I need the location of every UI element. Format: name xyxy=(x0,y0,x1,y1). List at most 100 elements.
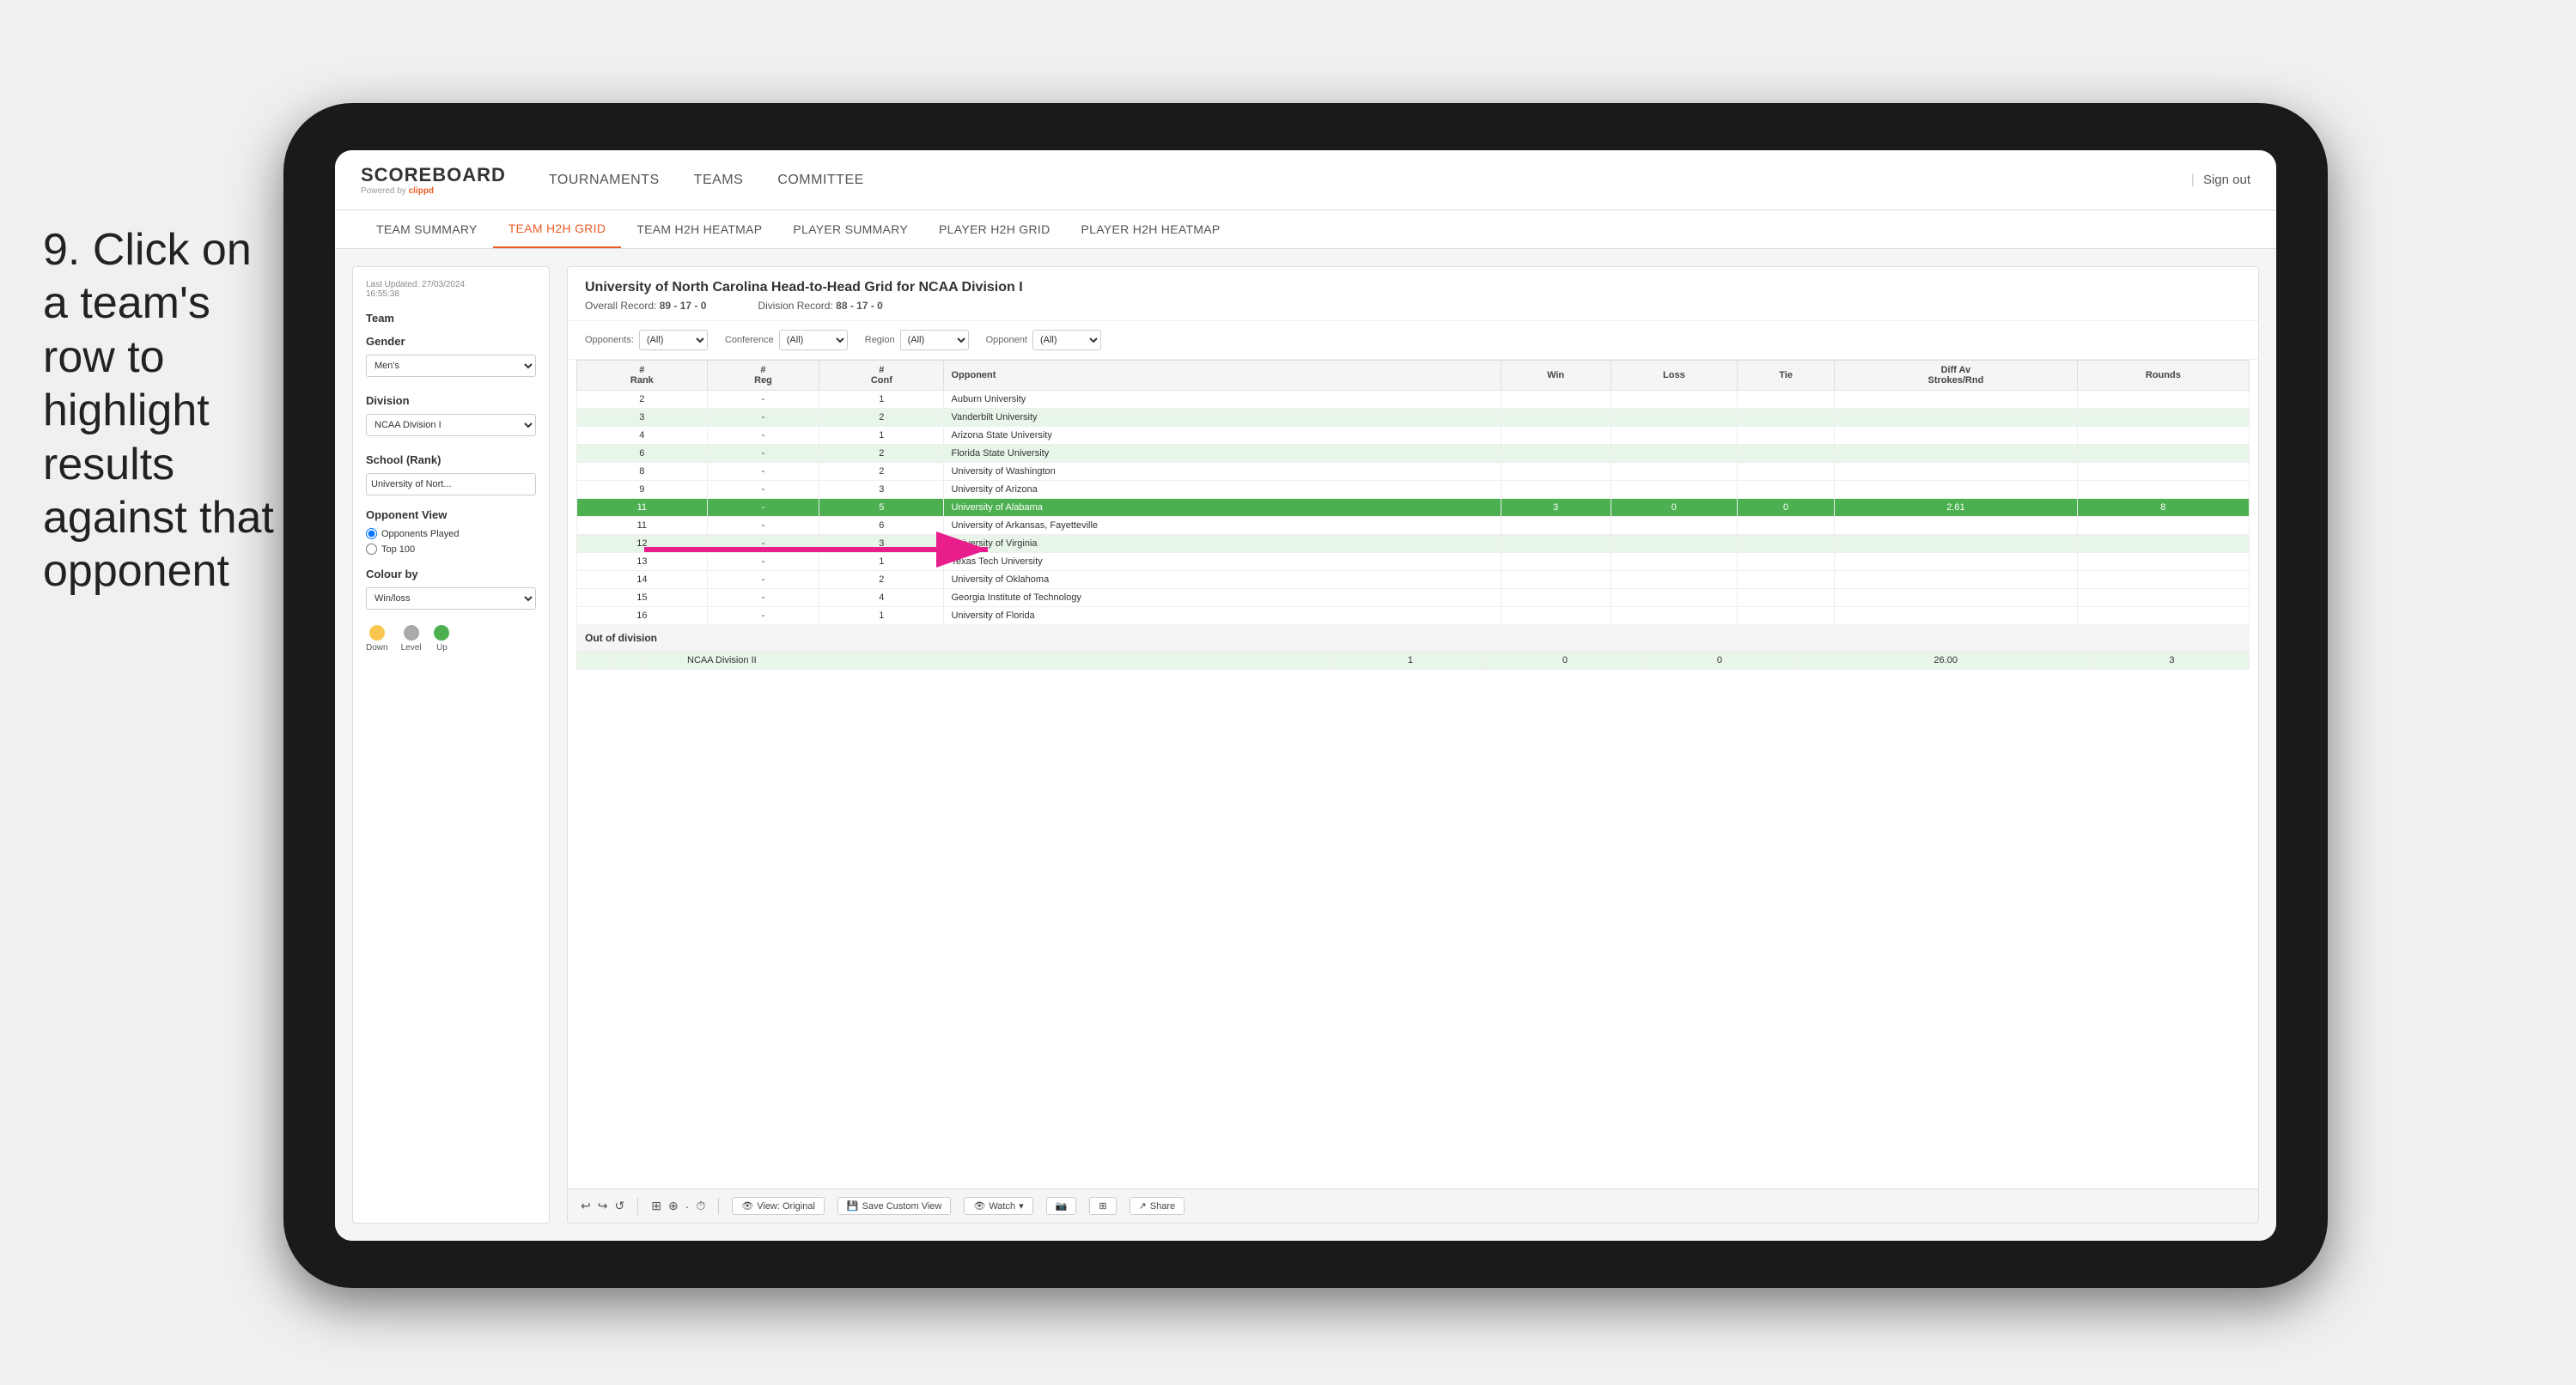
division-dropdown[interactable]: NCAA Division I NCAA Division II xyxy=(366,414,536,436)
tablet-frame: SCOREBOARD Powered by clippd TOURNAMENTS… xyxy=(283,103,2328,1288)
legend-level: Level xyxy=(401,625,422,653)
table-cell: 11 xyxy=(577,499,708,517)
table-cell xyxy=(1611,445,1737,463)
redo-icon[interactable]: ↪ xyxy=(598,1199,608,1213)
col-reg: #Reg xyxy=(707,361,819,391)
table-cell xyxy=(1611,517,1737,535)
main-panel: University of North Carolina Head-to-Hea… xyxy=(567,266,2259,1224)
table-row[interactable]: 2-1Auburn University xyxy=(577,391,2250,409)
nav-tournaments[interactable]: TOURNAMENTS xyxy=(549,168,660,192)
panel-filters: Opponents: (All) Conference (All) Region xyxy=(568,321,2258,360)
table-row[interactable]: 4-1Arizona State University xyxy=(577,427,2250,445)
table-cell xyxy=(1738,589,1835,607)
nav-committee[interactable]: COMMITTEE xyxy=(777,168,864,192)
table-row[interactable]: 8-2University of Washington xyxy=(577,463,2250,481)
save-custom-button[interactable]: 💾 Save Custom View xyxy=(837,1197,951,1215)
table-row[interactable]: 15-4Georgia Institute of Technology xyxy=(577,589,2250,607)
ood-division: NCAA Division II xyxy=(680,652,1333,670)
clock-icon[interactable]: ⏱ xyxy=(696,1199,705,1213)
tab-player-summary[interactable]: PLAYER SUMMARY xyxy=(777,210,923,248)
history-icon[interactable]: ↺ xyxy=(614,1199,624,1213)
table-row[interactable]: 12-3University of Virginia xyxy=(577,535,2250,553)
table-cell xyxy=(2077,391,2249,409)
table-cell xyxy=(1501,535,1611,553)
legend-level-circle xyxy=(404,625,419,641)
watch-chevron: ▾ xyxy=(1019,1200,1024,1212)
table-cell: 3 xyxy=(819,535,944,553)
toolbar-camera-button[interactable]: 📷 xyxy=(1046,1197,1077,1215)
gender-dropdown[interactable]: Men's Women's xyxy=(366,355,536,377)
table-cell: - xyxy=(707,553,819,571)
table-head: #Rank #Reg #Conf Opponent Win Loss Tie D… xyxy=(577,361,2250,391)
table-row[interactable]: 16-1University of Florida xyxy=(577,607,2250,625)
table-row[interactable]: 9-3University of Arizona xyxy=(577,481,2250,499)
view-original-button[interactable]: 👁 View: Original xyxy=(732,1197,825,1215)
table-row[interactable]: 3-2Vanderbilt University xyxy=(577,409,2250,427)
table-cell: 1 xyxy=(819,427,944,445)
table-cell xyxy=(2077,427,2249,445)
table-row[interactable]: 6-2Florida State University xyxy=(577,445,2250,463)
table-cell xyxy=(1835,553,2078,571)
ood-tie: 0 xyxy=(1642,652,1797,670)
opponent-select[interactable]: (All) xyxy=(1032,330,1101,350)
table-row[interactable]: 14-2University of Oklahoma xyxy=(577,571,2250,589)
table-cell: Texas Tech University xyxy=(944,553,1501,571)
toolbar-grid-button[interactable]: ⊞ xyxy=(1089,1197,1116,1215)
table-cell xyxy=(1611,409,1737,427)
table-cell: 4 xyxy=(819,589,944,607)
tab-team-h2h-grid[interactable]: TEAM H2H GRID xyxy=(493,210,622,248)
school-value[interactable]: University of Nort... xyxy=(366,473,536,495)
table-cell: - xyxy=(707,571,819,589)
conference-select[interactable]: (All) xyxy=(779,330,848,350)
table-cell: University of Florida xyxy=(944,607,1501,625)
table-cell: University of Virginia xyxy=(944,535,1501,553)
nav-teams[interactable]: TEAMS xyxy=(694,168,744,192)
tab-player-h2h-grid[interactable]: PLAYER H2H GRID xyxy=(923,210,1066,248)
bottom-toolbar: ↩ ↪ ↺ ⊞ ⊕ · ⏱ 👁 View: Original xyxy=(568,1188,2258,1223)
nav-divider: | xyxy=(2191,173,2195,188)
undo-icon[interactable]: ↩ xyxy=(581,1199,591,1213)
table-row[interactable]: 13-1Texas Tech University xyxy=(577,553,2250,571)
radio-group: Opponents Played Top 100 xyxy=(366,528,536,555)
tab-team-h2h-heatmap[interactable]: TEAM H2H HEATMAP xyxy=(621,210,777,248)
table-cell xyxy=(1738,607,1835,625)
table-cell: 4 xyxy=(577,427,708,445)
radio-opponents-played[interactable]: Opponents Played xyxy=(366,528,536,539)
tablet-screen: SCOREBOARD Powered by clippd TOURNAMENTS… xyxy=(335,150,2276,1241)
tab-team-summary[interactable]: TEAM SUMMARY xyxy=(361,210,493,248)
table-cell xyxy=(2077,589,2249,607)
table-cell: 1 xyxy=(819,391,944,409)
out-of-division-table: NCAA Division II 1 0 0 26.00 3 xyxy=(576,651,2250,670)
opponents-select[interactable]: (All) xyxy=(639,330,708,350)
copy-icon[interactable]: ⊕ xyxy=(668,1199,679,1213)
opponent-view-label: Opponent View xyxy=(366,508,536,521)
filter-icon[interactable]: ⊞ xyxy=(651,1199,661,1213)
table-row[interactable]: 11-6University of Arkansas, Fayetteville xyxy=(577,517,2250,535)
region-select[interactable]: (All) xyxy=(900,330,969,350)
table-cell: - xyxy=(707,409,819,427)
table-cell xyxy=(2077,553,2249,571)
panel-header: University of North Carolina Head-to-Hea… xyxy=(568,267,2258,321)
share-button[interactable]: ↗ Share xyxy=(1130,1197,1185,1215)
table-cell xyxy=(1501,607,1611,625)
table-cell: - xyxy=(707,499,819,517)
filter-opponent: Opponent (All) xyxy=(986,330,1101,350)
table-cell xyxy=(1611,427,1737,445)
table-cell xyxy=(1738,571,1835,589)
out-of-division-row[interactable]: NCAA Division II 1 0 0 26.00 3 xyxy=(577,652,2250,670)
tab-player-h2h-heatmap[interactable]: PLAYER H2H HEATMAP xyxy=(1066,210,1236,248)
col-tie: Tie xyxy=(1738,361,1835,391)
table-row[interactable]: 11-5University of Alabama3002.618 xyxy=(577,499,2250,517)
table-cell xyxy=(1738,409,1835,427)
table-cell xyxy=(2077,409,2249,427)
toolbar-divider-1 xyxy=(637,1198,638,1215)
table-cell: 9 xyxy=(577,481,708,499)
filter-opponents: Opponents: (All) xyxy=(585,330,708,350)
table-cell xyxy=(1501,571,1611,589)
watch-button[interactable]: 👁 Watch ▾ xyxy=(964,1197,1032,1215)
sign-out-button[interactable]: Sign out xyxy=(2203,173,2250,187)
colour-by-dropdown[interactable]: Win/loss xyxy=(366,587,536,610)
colour-by-section: Colour by Win/loss Down Level xyxy=(366,568,536,653)
radio-top-100[interactable]: Top 100 xyxy=(366,544,536,555)
table-cell: 8 xyxy=(577,463,708,481)
